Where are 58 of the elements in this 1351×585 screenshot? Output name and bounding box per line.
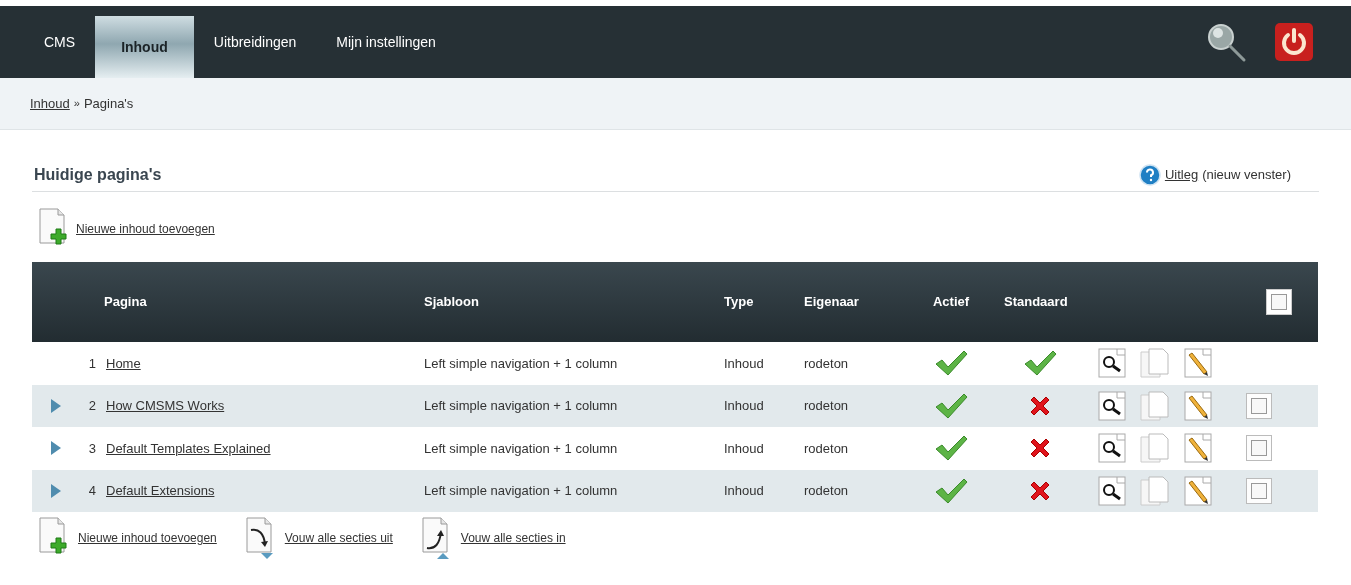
page-link[interactable]: Default Extensions (106, 483, 215, 498)
table-cell: rodeton (804, 440, 849, 456)
table-cell: Inhoud (724, 398, 764, 413)
breadcrumb-link[interactable]: Inhoud (30, 93, 70, 114)
breadcrumb-separator: » (73, 96, 80, 112)
row-checkbox[interactable] (1246, 477, 1272, 504)
power-icon[interactable] (1275, 23, 1313, 61)
column-header: Type (724, 294, 754, 310)
column-header: Pagina (104, 294, 147, 310)
table-cell: Left simple navigation + 1 column (424, 398, 618, 413)
expand-arrow-icon[interactable] (50, 440, 62, 457)
edit-icon[interactable] (1184, 433, 1212, 464)
expand-arrow-icon[interactable] (50, 482, 62, 499)
table-cell: rodeton (804, 483, 849, 498)
column-header: Eigenaar (804, 294, 859, 310)
breadcrumb-current: Pagina's (83, 94, 134, 113)
column-header: Standaard (1004, 294, 1068, 310)
view-icon[interactable] (1098, 433, 1126, 464)
table-cell: rodeton (804, 355, 849, 371)
table-cell: Inhoud (724, 483, 764, 498)
nav-tab[interactable]: CMS (24, 6, 96, 78)
page-link[interactable]: How CMSMS Works (106, 398, 225, 413)
row-checkbox[interactable] (1246, 392, 1272, 419)
page-heading: Huidige pagina's (33, 164, 162, 185)
footer-link[interactable]: Vouw alle secties in (460, 529, 566, 547)
page-link[interactable]: Default Templates Explained (106, 440, 271, 456)
footer-link[interactable]: Nieuwe inhoud toevoegen (78, 529, 217, 547)
expand-arrow-icon[interactable] (50, 397, 62, 414)
footer-link[interactable]: Vouw alle secties uit (284, 529, 393, 547)
nav-tab[interactable]: Uitbreidingen (193, 6, 317, 78)
table-cell: Inhoud (724, 355, 764, 371)
table-cell: Left simple navigation + 1 column (424, 355, 618, 371)
column-header: Actief (932, 294, 970, 310)
table-cell: Inhoud (724, 440, 764, 456)
row-checkbox[interactable] (1246, 435, 1272, 461)
edit-icon[interactable] (1184, 348, 1212, 379)
table-cell: rodeton (804, 398, 849, 413)
row-number: 1 (88, 355, 96, 371)
nav-tab[interactable]: Mijn instellingen (316, 6, 456, 78)
search-icon[interactable] (1205, 21, 1247, 63)
help-note: (nieuw venster) (1202, 165, 1291, 184)
add-content-link[interactable]: Nieuwe inhoud toevoegen (76, 220, 215, 238)
edit-icon[interactable] (1184, 390, 1212, 421)
column-header: Sjabloon (424, 294, 479, 310)
row-number: 4 (88, 483, 96, 498)
view-icon[interactable] (1098, 475, 1126, 506)
view-icon[interactable] (1098, 348, 1126, 379)
page-link[interactable]: Home (106, 355, 141, 371)
row-number: 2 (88, 398, 96, 413)
table-cell: Left simple navigation + 1 column (424, 483, 618, 498)
view-icon[interactable] (1098, 390, 1126, 421)
row-number: 3 (88, 440, 96, 456)
edit-icon[interactable] (1184, 475, 1212, 506)
help-link[interactable]: Uitleg (1164, 164, 1199, 185)
table-cell: Left simple navigation + 1 column (424, 440, 618, 456)
nav-tab[interactable]: Inhoud (95, 16, 194, 78)
help-icon[interactable] (1138, 163, 1161, 186)
select-all-checkbox[interactable] (1266, 288, 1292, 315)
